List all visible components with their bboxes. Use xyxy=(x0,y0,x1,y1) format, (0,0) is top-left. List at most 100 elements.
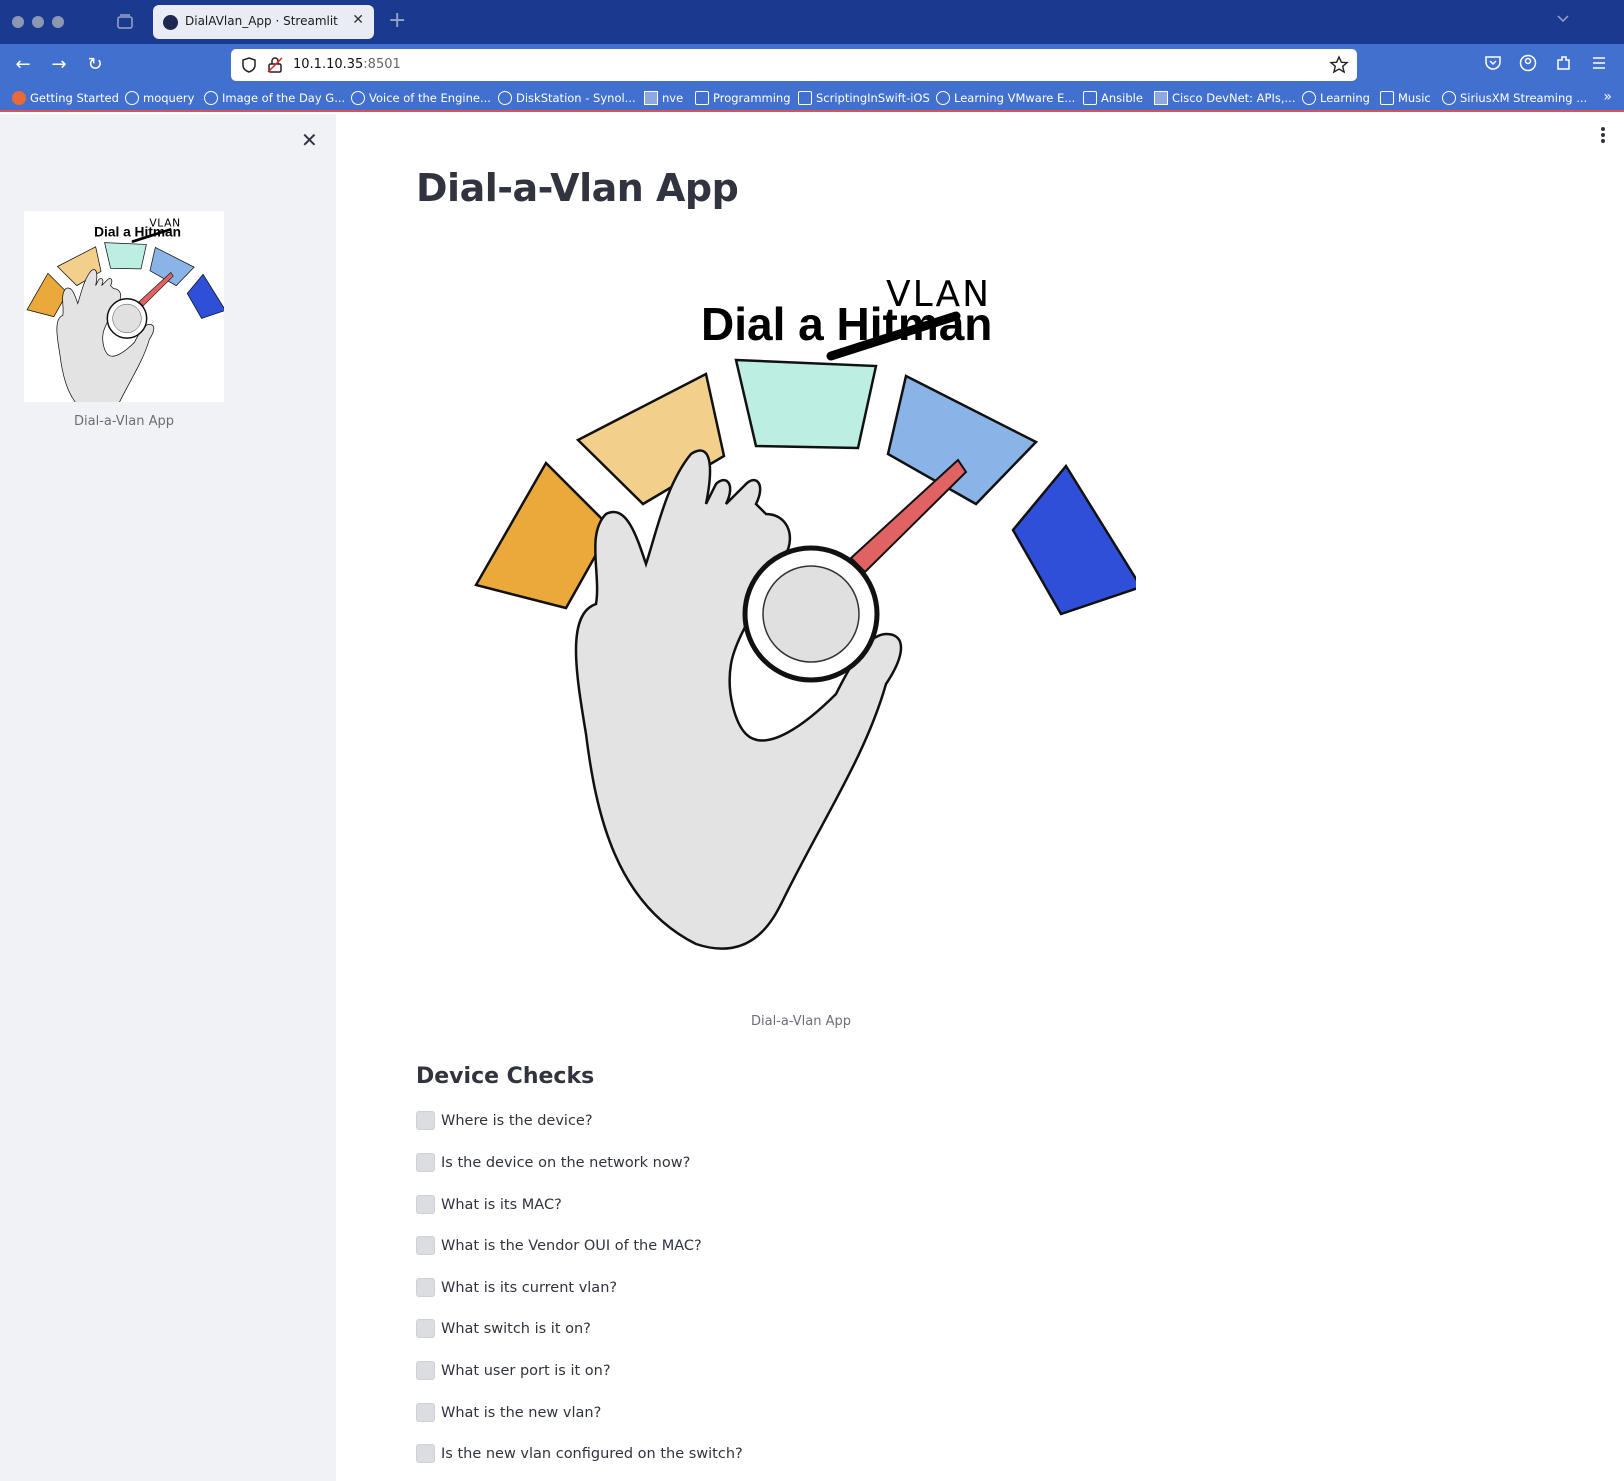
main-menu-kebab-icon[interactable] xyxy=(1600,126,1606,144)
bookmark-label: Cisco DevNet: APIs,... xyxy=(1172,91,1296,105)
checkbox-box[interactable] xyxy=(416,1319,435,1338)
url-bar[interactable]: 10.1.10.35:8501 xyxy=(231,49,1357,81)
bookmark-label: ScriptingInSwift-iOS xyxy=(816,91,930,105)
bookmark-star-icon[interactable] xyxy=(1329,55,1349,75)
checkbox-box[interactable] xyxy=(416,1361,435,1380)
hero-image-caption: Dial-a-Vlan App xyxy=(750,1014,852,1029)
url-port: :8501 xyxy=(363,57,401,72)
reload-icon[interactable]: ↻ xyxy=(84,54,106,76)
checkbox-box[interactable] xyxy=(416,1153,435,1172)
list-all-tabs-icon[interactable] xyxy=(1556,12,1570,26)
bookmark-label: moquery xyxy=(143,91,195,105)
bookmark-getting-started[interactable]: Getting Started xyxy=(12,91,119,105)
window-zoom-button[interactable] xyxy=(52,16,64,28)
checkbox-box[interactable] xyxy=(416,1236,435,1255)
bookmark-label: Music xyxy=(1398,91,1431,105)
checkbox-box[interactable] xyxy=(416,1278,435,1297)
checkbox-new-vlan[interactable]: What is the new vlan? xyxy=(416,1403,601,1422)
checkbox-user-port[interactable]: What user port is it on? xyxy=(416,1361,611,1380)
streamlit-favicon-icon xyxy=(163,15,178,30)
checkbox-label: Is the device on the network now? xyxy=(441,1154,691,1171)
bookmarks-toolbar: Getting Started moquery Image of the Day… xyxy=(0,86,1624,112)
checkbox-vendor-oui[interactable]: What is the Vendor OUI of the MAC? xyxy=(416,1236,702,1255)
streamlit-sidebar: ✕ Dial-a-Vlan App xyxy=(0,114,336,1481)
sidebar-image-caption: Dial-a-Vlan App xyxy=(73,414,175,429)
bookmark-voice-of-engine[interactable]: Voice of the Engine... xyxy=(351,91,491,105)
globe-icon xyxy=(1302,91,1316,105)
checkbox-label: Is the new vlan configured on the switch… xyxy=(441,1445,743,1462)
browser-nav-bar: ← → ↻ 10.1.10.35:8501 xyxy=(0,44,1624,86)
globe-icon xyxy=(498,91,512,105)
bookmark-siriusxm[interactable]: SiriusXM Streaming ... xyxy=(1442,91,1587,105)
close-sidebar-icon[interactable]: ✕ xyxy=(301,128,318,152)
back-arrow-icon[interactable]: ← xyxy=(12,54,34,76)
more-bookmarks-chevron-icon[interactable]: » xyxy=(1603,89,1612,105)
checkbox-box[interactable] xyxy=(416,1403,435,1422)
folder-icon xyxy=(798,91,812,105)
globe-icon xyxy=(204,91,218,105)
section-title: Device Checks xyxy=(416,1064,595,1089)
bookmark-moquery[interactable]: moquery xyxy=(125,91,194,105)
bookmark-label: Getting Started xyxy=(30,91,119,105)
checkbox-where-is-device[interactable]: Where is the device? xyxy=(416,1111,593,1130)
site-icon xyxy=(644,91,658,105)
extensions-icon[interactable] xyxy=(1555,54,1573,72)
checkbox-label: What is its MAC? xyxy=(441,1196,562,1213)
bookmark-label: Voice of the Engine... xyxy=(369,91,491,105)
checkbox-label: Where is the device? xyxy=(441,1112,593,1129)
browser-tab-active[interactable]: DialAVlan_App · Streamlit ✕ xyxy=(153,5,374,39)
folder-icon xyxy=(695,91,709,105)
window-close-button[interactable] xyxy=(12,16,24,28)
globe-icon xyxy=(1442,91,1456,105)
bookmark-label: Learning VMware E... xyxy=(954,91,1076,105)
checkbox-vlan-configured[interactable]: Is the new vlan configured on the switch… xyxy=(416,1444,743,1463)
shield-icon[interactable] xyxy=(241,57,257,73)
bookmark-learning[interactable]: Learning xyxy=(1302,91,1370,105)
account-icon[interactable] xyxy=(1519,54,1537,72)
bookmark-ansible[interactable]: Ansible xyxy=(1083,91,1143,105)
bookmark-label: Learning xyxy=(1320,91,1370,105)
checkbox-box[interactable] xyxy=(416,1195,435,1214)
checkbox-label: What switch is it on? xyxy=(441,1320,591,1337)
globe-icon xyxy=(936,91,950,105)
bookmark-diskstation[interactable]: DiskStation - Synol... xyxy=(498,91,636,105)
forward-arrow-icon[interactable]: → xyxy=(48,54,70,76)
bookmark-label: SiriusXM Streaming ... xyxy=(1460,91,1588,105)
bookmark-label: Ansible xyxy=(1101,91,1143,105)
close-tab-icon[interactable]: ✕ xyxy=(352,12,364,28)
folder-icon xyxy=(1380,91,1394,105)
bookmark-music[interactable]: Music xyxy=(1380,91,1431,105)
page-title: Dial-a-Vlan App xyxy=(416,166,739,210)
checkbox-label: What is the new vlan? xyxy=(441,1404,602,1421)
window-minimize-button[interactable] xyxy=(32,16,44,28)
url-text[interactable]: 10.1.10.35:8501 xyxy=(293,57,401,72)
hero-image: Dial a Hitman VLAN xyxy=(466,254,1136,954)
checkbox-label: What user port is it on? xyxy=(441,1362,611,1379)
bookmark-nve[interactable]: nve xyxy=(644,91,683,105)
globe-icon xyxy=(351,91,365,105)
checkbox-label: What is its current vlan? xyxy=(441,1279,618,1296)
checkbox-box[interactable] xyxy=(416,1111,435,1130)
dial-a-vlan-logo-icon xyxy=(25,215,227,420)
bookmark-label: DiskStation - Synol... xyxy=(516,91,636,105)
app-menu-icon[interactable] xyxy=(1591,54,1607,72)
checkbox-switch[interactable]: What switch is it on? xyxy=(416,1319,591,1338)
checkbox-device-on-network[interactable]: Is the device on the network now? xyxy=(416,1153,690,1172)
bookmark-image-of-the-day[interactable]: Image of the Day G... xyxy=(204,91,345,105)
bookmark-cisco-devnet[interactable]: Cisco DevNet: APIs,... xyxy=(1154,91,1296,105)
insecure-lock-icon[interactable] xyxy=(267,56,283,74)
bookmark-scripting-in-swift[interactable]: ScriptingInSwift-iOS xyxy=(798,91,930,105)
firefox-icon xyxy=(12,91,26,105)
site-icon xyxy=(1154,91,1168,105)
sidebar-logo-image xyxy=(24,211,227,420)
tab-overview-icon[interactable] xyxy=(116,13,134,31)
checkbox-current-vlan[interactable]: What is its current vlan? xyxy=(416,1278,617,1297)
bookmark-label: Programming xyxy=(713,91,791,105)
new-tab-icon[interactable]: + xyxy=(388,8,406,33)
checkbox-mac[interactable]: What is its MAC? xyxy=(416,1195,562,1214)
bookmark-programming[interactable]: Programming xyxy=(695,91,791,105)
browser-tab-bar: DialAVlan_App · Streamlit ✕ + xyxy=(0,0,1624,44)
pocket-icon[interactable] xyxy=(1484,54,1502,72)
bookmark-learning-vmware[interactable]: Learning VMware E... xyxy=(936,91,1075,105)
checkbox-box[interactable] xyxy=(416,1444,435,1463)
